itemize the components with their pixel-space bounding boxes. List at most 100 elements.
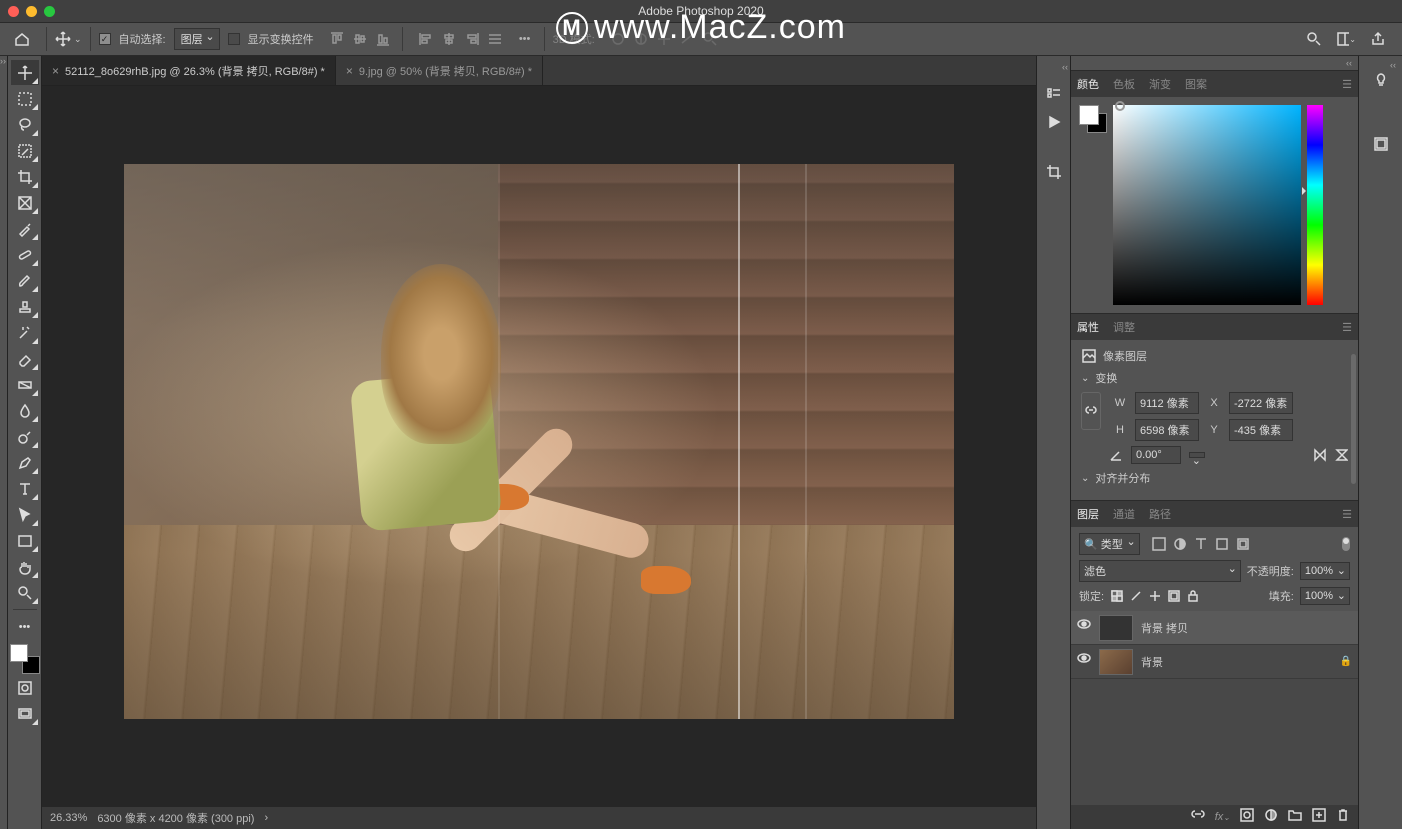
align-top-button[interactable] xyxy=(326,28,348,50)
height-field[interactable]: 6598 像素 xyxy=(1135,419,1199,441)
screen-mode-button[interactable] xyxy=(11,701,39,726)
marquee-tool[interactable] xyxy=(11,86,39,111)
distribute-button[interactable] xyxy=(484,28,506,50)
filter-smart-icon[interactable] xyxy=(1236,537,1250,551)
angle-field[interactable]: 0.00° xyxy=(1131,446,1181,464)
auto-select-checkbox[interactable]: ✓ xyxy=(99,33,111,45)
frame-tool[interactable] xyxy=(11,190,39,215)
x-field[interactable]: -2722 像素 xyxy=(1229,392,1293,414)
workspace-button[interactable]: ⌄ xyxy=(1336,29,1356,49)
hue-slider[interactable] xyxy=(1307,105,1323,305)
layer-filter-select[interactable]: 🔍 类型 xyxy=(1079,533,1140,555)
panel-menu-button[interactable]: ☰ xyxy=(1342,508,1352,521)
3d-orbit-button[interactable] xyxy=(607,28,629,50)
tab-patterns[interactable]: 图案 xyxy=(1185,76,1207,92)
3d-pan-button[interactable] xyxy=(653,28,675,50)
flip-v-icon[interactable] xyxy=(1334,447,1348,463)
layer-thumbnail[interactable] xyxy=(1099,649,1133,675)
color-field[interactable] xyxy=(1113,105,1301,305)
layer-row[interactable]: 背景 🔒 xyxy=(1071,645,1358,679)
auto-select-target-select[interactable]: 图层 xyxy=(174,28,220,50)
dodge-tool[interactable] xyxy=(11,424,39,449)
history-panel-icon[interactable] xyxy=(1044,82,1064,102)
layer-mask-button[interactable] xyxy=(1240,808,1254,827)
blend-mode-select[interactable]: 滤色 xyxy=(1079,560,1241,582)
pen-tool[interactable] xyxy=(11,450,39,475)
tab-gradients[interactable]: 渐变 xyxy=(1149,76,1171,92)
opacity-field[interactable]: 100% xyxy=(1300,562,1350,580)
align-hcenter-button[interactable] xyxy=(438,28,460,50)
visibility-toggle[interactable] xyxy=(1077,618,1091,637)
document-tab[interactable]: ×9.jpg @ 50% (背景 拷贝, RGB/8#) * xyxy=(336,56,543,85)
align-right-button[interactable] xyxy=(461,28,483,50)
panel-menu-button[interactable]: ☰ xyxy=(1342,321,1352,334)
tab-channels[interactable]: 通道 xyxy=(1113,506,1135,522)
zoom-window-button[interactable] xyxy=(44,6,55,17)
align-vcenter-button[interactable] xyxy=(349,28,371,50)
panel-scrollbar[interactable] xyxy=(1351,354,1356,484)
filter-shape-icon[interactable] xyxy=(1215,537,1229,551)
visibility-toggle[interactable] xyxy=(1077,652,1091,671)
gradient-tool[interactable] xyxy=(11,372,39,397)
delete-layer-button[interactable] xyxy=(1336,808,1350,827)
align-bottom-button[interactable] xyxy=(372,28,394,50)
new-group-button[interactable] xyxy=(1288,808,1302,827)
lock-position-button[interactable] xyxy=(1148,589,1162,603)
quick-mask-button[interactable] xyxy=(11,675,39,700)
fill-field[interactable]: 100% xyxy=(1300,587,1350,605)
home-button[interactable] xyxy=(6,26,38,52)
filter-adjust-icon[interactable] xyxy=(1173,537,1187,551)
history-brush-tool[interactable] xyxy=(11,320,39,345)
doc-info-chevron[interactable]: › xyxy=(264,812,268,824)
edit-toolbar-button[interactable]: ••• xyxy=(11,614,39,639)
color-swatches-tool[interactable] xyxy=(10,644,40,674)
3d-zoom-button[interactable] xyxy=(699,28,721,50)
filter-pixel-icon[interactable] xyxy=(1152,537,1166,551)
filter-type-icon[interactable] xyxy=(1194,537,1208,551)
close-tab-icon[interactable]: × xyxy=(52,64,59,78)
move-tool-indicator[interactable]: ⌄ xyxy=(55,31,82,47)
align-left-button[interactable] xyxy=(415,28,437,50)
document-tab-active[interactable]: ×52112_8o629rhB.jpg @ 26.3% (背景 拷贝, RGB/… xyxy=(42,56,336,85)
healing-tool[interactable] xyxy=(11,242,39,267)
more-align-button[interactable]: ••• xyxy=(514,28,536,50)
adjustment-layer-button[interactable] xyxy=(1264,808,1278,827)
align-section-header[interactable]: 对齐并分布 xyxy=(1081,470,1348,486)
tab-layers[interactable]: 图层 xyxy=(1077,506,1099,522)
tab-paths[interactable]: 路径 xyxy=(1149,506,1171,522)
eyedropper-tool[interactable] xyxy=(11,216,39,241)
type-tool[interactable] xyxy=(11,476,39,501)
flip-h-icon[interactable] xyxy=(1312,447,1326,463)
tab-color[interactable]: 颜色 xyxy=(1077,76,1099,92)
stamp-tool[interactable] xyxy=(11,294,39,319)
filter-toggle[interactable] xyxy=(1342,537,1350,551)
lock-transparent-button[interactable] xyxy=(1110,589,1124,603)
canvas-viewport[interactable] xyxy=(42,86,1036,807)
layer-name[interactable]: 背景 拷贝 xyxy=(1141,620,1352,636)
layer-thumbnail[interactable] xyxy=(1099,615,1133,641)
move-tool[interactable] xyxy=(11,60,39,85)
eraser-tool[interactable] xyxy=(11,346,39,371)
y-field[interactable]: -435 像素 xyxy=(1229,419,1293,441)
layer-row[interactable]: 背景 拷贝 xyxy=(1071,611,1358,645)
crop-panel-icon[interactable] xyxy=(1044,162,1064,182)
doc-info[interactable]: 6300 像素 x 4200 像素 (300 ppi) xyxy=(97,810,254,826)
show-transform-checkbox[interactable] xyxy=(228,33,240,45)
hand-tool[interactable] xyxy=(11,554,39,579)
lasso-tool[interactable] xyxy=(11,112,39,137)
crop-tool[interactable] xyxy=(11,164,39,189)
tab-properties[interactable]: 属性 xyxy=(1077,319,1099,335)
learn-panel-icon[interactable] xyxy=(1371,70,1391,90)
3d-slide-button[interactable] xyxy=(676,28,698,50)
shape-tool[interactable] xyxy=(11,528,39,553)
tab-swatches[interactable]: 色板 xyxy=(1113,76,1135,92)
brush-tool[interactable] xyxy=(11,268,39,293)
link-layers-button[interactable] xyxy=(1191,808,1205,827)
close-window-button[interactable] xyxy=(8,6,19,17)
lock-artboard-button[interactable] xyxy=(1167,589,1181,603)
layer-name[interactable]: 背景 xyxy=(1141,654,1332,670)
color-fg-bg-swatch[interactable] xyxy=(1079,105,1107,133)
zoom-status[interactable]: 26.33% xyxy=(50,812,87,824)
lock-image-button[interactable] xyxy=(1129,589,1143,603)
lock-icon[interactable]: 🔒 xyxy=(1340,656,1352,667)
